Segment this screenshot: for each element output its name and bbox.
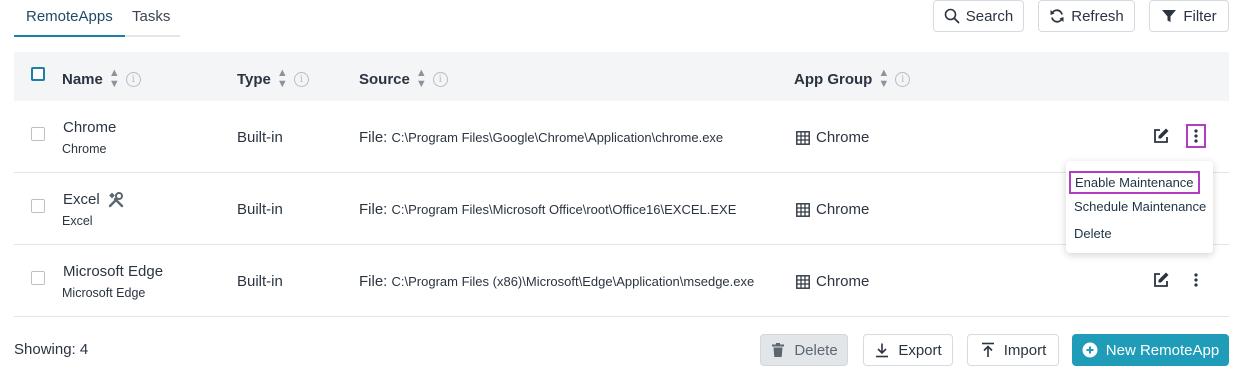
edit-icon[interactable] [1152, 271, 1170, 289]
app-name-text: Excel [63, 191, 100, 208]
app-type: Built-in [237, 273, 283, 290]
table-icon [796, 130, 810, 145]
delete-button-label: Delete [794, 341, 838, 359]
source-prefix: File: [359, 129, 388, 146]
app-name: Microsoft Edge [63, 263, 163, 280]
more-options-icon[interactable] [1186, 268, 1206, 292]
plus-circle-icon [1082, 342, 1098, 358]
app-group-text: Chrome [816, 273, 870, 290]
app-subname: Microsoft Edge [62, 286, 146, 300]
sort-icon[interactable]: ▲ ▼ [416, 68, 427, 90]
row-checkbox[interactable] [31, 127, 45, 141]
tab-bar: RemoteApps Tasks [14, 0, 180, 37]
app-type: Built-in [237, 201, 283, 218]
info-icon: i [293, 71, 309, 87]
app-group: Chrome [796, 201, 869, 218]
row-context-menu: Enable Maintenance Schedule Maintenance … [1066, 161, 1213, 253]
app-subname: Excel [62, 214, 93, 228]
app-type: Built-in [237, 129, 283, 146]
tab-remoteapps[interactable]: RemoteApps [14, 8, 125, 37]
info-icon: i [125, 71, 141, 87]
app-group-text: Chrome [816, 201, 870, 218]
row-checkbox[interactable] [31, 271, 45, 285]
row-count: Showing: 4 [14, 341, 89, 358]
source-path: C:\Program Files\Microsoft Office\root\O… [391, 202, 737, 217]
delete-button[interactable]: Delete [760, 334, 848, 366]
app-name: Chrome [63, 119, 116, 136]
search-button[interactable]: Search [933, 0, 1024, 32]
column-header-type[interactable]: Type ▲ ▼ i [237, 68, 309, 90]
info-icon: i [432, 71, 448, 87]
new-remoteapp-button[interactable]: New RemoteApp [1072, 334, 1229, 366]
menu-item-schedule-maintenance[interactable]: Schedule Maintenance [1074, 199, 1206, 214]
app-name-text: Microsoft Edge [63, 263, 164, 280]
row-checkbox[interactable] [31, 199, 45, 213]
table-row[interactable]: Excel Excel Built-in File: C:\Program Fi… [14, 173, 1229, 245]
source-prefix: File: [359, 273, 388, 290]
column-header-app-group[interactable]: App Group ▲ ▼ i [794, 68, 911, 90]
filter-button[interactable]: Filter [1149, 0, 1229, 32]
info-icon: i [895, 71, 911, 87]
filter-button-label: Filter [1183, 7, 1217, 25]
upload-icon [981, 342, 994, 357]
import-button-label: Import [1003, 341, 1047, 359]
column-source-label: Source [359, 70, 410, 88]
column-type-label: Type [237, 70, 271, 88]
table-row[interactable]: Chrome Chrome Built-in File: C:\Program … [14, 101, 1229, 173]
import-button[interactable]: Import [967, 334, 1059, 366]
filter-icon [1162, 10, 1177, 22]
tab-tasks[interactable]: Tasks [132, 8, 170, 25]
table-header: Name ▲ ▼ i Type ▲ ▼ i Source ▲ ▼ i App Grou… [14, 52, 1229, 101]
app-group: Chrome [796, 273, 869, 290]
refresh-icon [1050, 9, 1064, 23]
column-header-source[interactable]: Source ▲ ▼ i [359, 68, 448, 90]
sort-icon[interactable]: ▲ ▼ [277, 68, 288, 90]
source-path: C:\Program Files\Google\Chrome\Applicati… [391, 130, 724, 145]
sort-icon[interactable]: ▲ ▼ [878, 68, 889, 90]
maintenance-tools-icon [108, 191, 123, 207]
select-all-checkbox[interactable] [31, 67, 45, 81]
source-prefix: File: [359, 201, 388, 218]
app-group: Chrome [796, 129, 869, 146]
app-name: Excel [63, 191, 124, 208]
more-options-icon[interactable] [1186, 124, 1206, 148]
export-button[interactable]: Export [863, 334, 953, 366]
trash-icon [772, 343, 785, 357]
export-button-label: Export [898, 341, 942, 359]
refresh-button[interactable]: Refresh [1038, 0, 1135, 32]
menu-item-enable-maintenance[interactable]: Enable Maintenance [1069, 171, 1200, 194]
app-subname: Chrome [62, 142, 107, 156]
search-icon [944, 8, 960, 24]
table-icon [796, 274, 810, 289]
download-icon [876, 343, 889, 358]
source-path: C:\Program Files (x86)\Microsoft\Edge\Ap… [391, 274, 755, 289]
column-header-name[interactable]: Name ▲ ▼ i [62, 68, 141, 90]
app-group-text: Chrome [816, 129, 870, 146]
sort-icon[interactable]: ▲ ▼ [109, 68, 120, 90]
new-remoteapp-button-label: New RemoteApp [1105, 341, 1220, 359]
column-name-label: Name [62, 70, 103, 88]
search-button-label: Search [965, 7, 1014, 25]
app-source: File: C:\Program Files (x86)\Microsoft\E… [359, 273, 754, 290]
app-name-text: Chrome [63, 119, 117, 136]
refresh-button-label: Refresh [1071, 7, 1124, 25]
column-app-group-label: App Group [794, 70, 873, 88]
app-source: File: C:\Program Files\Google\Chrome\App… [359, 129, 723, 146]
app-source: File: C:\Program Files\Microsoft Office\… [359, 201, 736, 218]
table-icon [796, 202, 810, 217]
menu-item-delete[interactable]: Delete [1074, 226, 1112, 241]
table-row[interactable]: Microsoft Edge Microsoft Edge Built-in F… [14, 245, 1229, 317]
edit-icon[interactable] [1152, 127, 1170, 145]
